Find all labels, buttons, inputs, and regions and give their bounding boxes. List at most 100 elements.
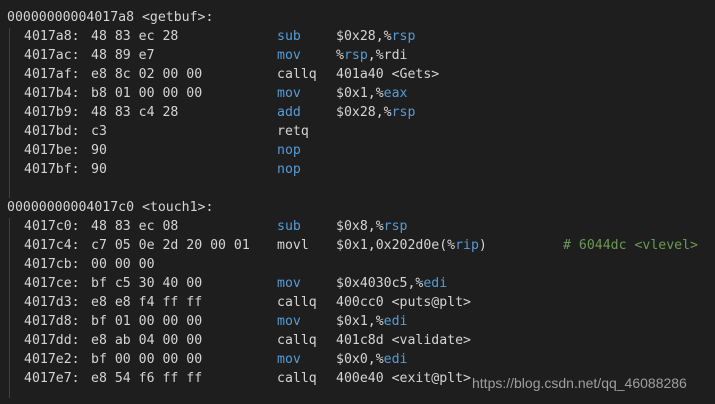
machine-code-bytes: bf 01 00 00 00 <box>91 314 203 329</box>
instruction-operands: $0x4030c5,%edi <box>336 274 447 293</box>
instruction-mnemonic: add <box>277 105 301 120</box>
machine-code-bytes: 48 83 c4 28 <box>91 105 179 120</box>
instruction-mnemonic: sub <box>277 219 301 234</box>
code-line[interactable]: 4017be: 90 nop <box>0 141 715 160</box>
register-name: edi <box>423 276 448 291</box>
instruction-address: 4017be: <box>24 143 80 158</box>
instruction-mnemonic: callq <box>277 295 317 310</box>
code-line[interactable]: 4017bd: c3 retq <box>0 122 715 141</box>
instruction-mnemonic: callq <box>277 67 317 82</box>
function-label: 00000000004017a8 <getbuf>: <box>7 10 214 25</box>
code-line[interactable]: 4017dd: e8 ab 04 00 00 callq 401c8d <valida… <box>0 331 715 350</box>
machine-code-bytes: 90 <box>91 162 107 177</box>
instruction-address: 4017b4: <box>24 86 80 101</box>
operand-text: $0x1,% <box>336 314 384 329</box>
instruction-operands: $0x28,%rsp <box>336 27 415 46</box>
instruction-operands: $0x0,%edi <box>336 350 407 369</box>
instruction-address: 4017e7: <box>24 371 80 386</box>
machine-code-bytes: 48 83 ec 28 <box>91 29 179 44</box>
instruction-address: 4017c0: <box>24 219 80 234</box>
code-line[interactable]: 4017e2: bf 00 00 00 00 mov $0x0,%edi <box>0 350 715 369</box>
operand-text-suffix: ,%rdi <box>367 48 408 63</box>
operand-text: $0x0,% <box>336 352 384 367</box>
register-name: edi <box>383 314 408 329</box>
instruction-address: 4017d8: <box>24 314 80 329</box>
machine-code-bytes: e8 e8 f4 ff ff <box>91 295 203 310</box>
operand-text: $0x28,% <box>336 105 392 120</box>
machine-code-bytes: 90 <box>91 143 107 158</box>
machine-code-bytes: 00 00 00 <box>91 257 155 272</box>
machine-code-bytes: bf 00 00 00 00 <box>91 352 203 367</box>
code-line[interactable]: 4017ce: bf c5 30 40 00 mov $0x4030c5,%edi <box>0 274 715 293</box>
machine-code-bytes: 48 83 ec 08 <box>91 219 179 234</box>
machine-code-bytes: e8 8c 02 00 00 <box>91 67 203 82</box>
instruction-operands: $0x1,0x202d0e(%rip) <box>336 236 487 255</box>
instruction-mnemonic: mov <box>277 86 301 101</box>
instruction-address: 4017b9: <box>24 105 80 120</box>
code-line[interactable]: 4017c0: 48 83 ec 08 sub $0x8,%rsp <box>0 217 715 236</box>
disassembly-editor[interactable]: 00000000004017a8 <getbuf>: 4017a8: 48 83 e… <box>0 0 715 404</box>
operand-text: $0x4030c5,% <box>336 276 424 291</box>
code-line[interactable]: 4017b9: 48 83 c4 28 add $0x28,%rsp <box>0 103 715 122</box>
instruction-address: 4017af: <box>24 67 80 82</box>
machine-code-bytes: 48 89 e7 <box>91 48 155 63</box>
instruction-operands: 401c8d <validate> <box>336 331 471 350</box>
machine-code-bytes: e8 54 f6 ff ff <box>91 371 203 386</box>
instruction-operands: 400e40 <exit@plt> <box>336 369 471 388</box>
operand-text: $0x1,0x202d0e(% <box>336 238 456 253</box>
instruction-address: 4017e2: <box>24 352 80 367</box>
machine-code-bytes: c7 05 0e 2d 20 00 01 <box>91 238 250 253</box>
instruction-address: 4017a8: <box>24 29 80 44</box>
instruction-mnemonic: mov <box>277 352 301 367</box>
register-name: eax <box>383 86 408 101</box>
operand-text-suffix: ) <box>478 238 487 253</box>
machine-code-bytes: b8 01 00 00 00 <box>91 86 203 101</box>
instruction-operands: $0x8,%rsp <box>336 217 407 236</box>
operand-text: 401a40 <Gets> <box>336 67 440 82</box>
instruction-mnemonic: nop <box>277 143 301 158</box>
code-line[interactable]: 4017a8: 48 83 ec 28 sub $0x28,%rsp <box>0 27 715 46</box>
code-line[interactable]: 4017d3: e8 e8 f4 ff ff callq 400cc0 <puts@p… <box>0 293 715 312</box>
instruction-mnemonic: mov <box>277 314 301 329</box>
instruction-address: 4017ce: <box>24 276 80 291</box>
code-line[interactable]: 4017c4: c7 05 0e 2d 20 00 01 movl $0x1,0x20… <box>0 236 715 255</box>
instruction-address: 4017ac: <box>24 48 80 63</box>
code-line[interactable]: 4017af: e8 8c 02 00 00 callq 401a40 <Gets> <box>0 65 715 84</box>
instruction-operands: $0x1,%eax <box>336 84 407 103</box>
function-label: 00000000004017c0 <touch1>: <box>7 200 214 215</box>
instruction-address: 4017bd: <box>24 124 80 139</box>
register-name: rip <box>455 238 479 253</box>
instruction-address: 4017bf: <box>24 162 80 177</box>
operand-text: $0x8,% <box>336 219 384 234</box>
code-line[interactable]: 4017d8: bf 01 00 00 00 mov $0x1,%edi <box>0 312 715 331</box>
machine-code-bytes: bf c5 30 40 00 <box>91 276 203 291</box>
instruction-operands: $0x28,%rsp <box>336 103 415 122</box>
instruction-mnemonic: retq <box>277 124 309 139</box>
machine-code-bytes: c3 <box>91 124 107 139</box>
instruction-mnemonic: sub <box>277 29 301 44</box>
register-name: rsp <box>391 29 416 44</box>
code-line[interactable]: 4017b4: b8 01 00 00 00 mov $0x1,%eax <box>0 84 715 103</box>
instruction-mnemonic: mov <box>277 48 301 63</box>
machine-code-bytes: e8 ab 04 00 00 <box>91 333 203 348</box>
instruction-address: 4017d3: <box>24 295 80 310</box>
code-line[interactable]: 4017ac: 48 89 e7 mov %rsp,%rdi <box>0 46 715 65</box>
code-comment: # 6044dc <vlevel> <box>563 238 698 253</box>
instruction-operands: 401a40 <Gets> <box>336 65 439 84</box>
operand-text: 400cc0 <puts@plt> <box>336 295 471 310</box>
watermark-text: https://blog.csdn.net/qq_46088286 <box>472 375 687 391</box>
register-name: rsp <box>391 105 416 120</box>
instruction-operands: 400cc0 <puts@plt> <box>336 293 471 312</box>
operand-text: % <box>336 48 344 63</box>
operand-text: 401c8d <validate> <box>336 333 471 348</box>
code-line[interactable]: 4017cb: 00 00 00 <box>0 255 715 274</box>
register-name: rsp <box>343 48 368 63</box>
code-line[interactable]: 4017bf: 90 nop <box>0 160 715 179</box>
instruction-mnemonic: mov <box>277 276 301 291</box>
register-name: edi <box>383 352 408 367</box>
instruction-mnemonic: nop <box>277 162 301 177</box>
instruction-operands: $0x1,%edi <box>336 312 407 331</box>
register-name: rsp <box>383 219 408 234</box>
instruction-mnemonic: callq <box>277 371 317 386</box>
instruction-address: 4017cb: <box>24 257 80 272</box>
